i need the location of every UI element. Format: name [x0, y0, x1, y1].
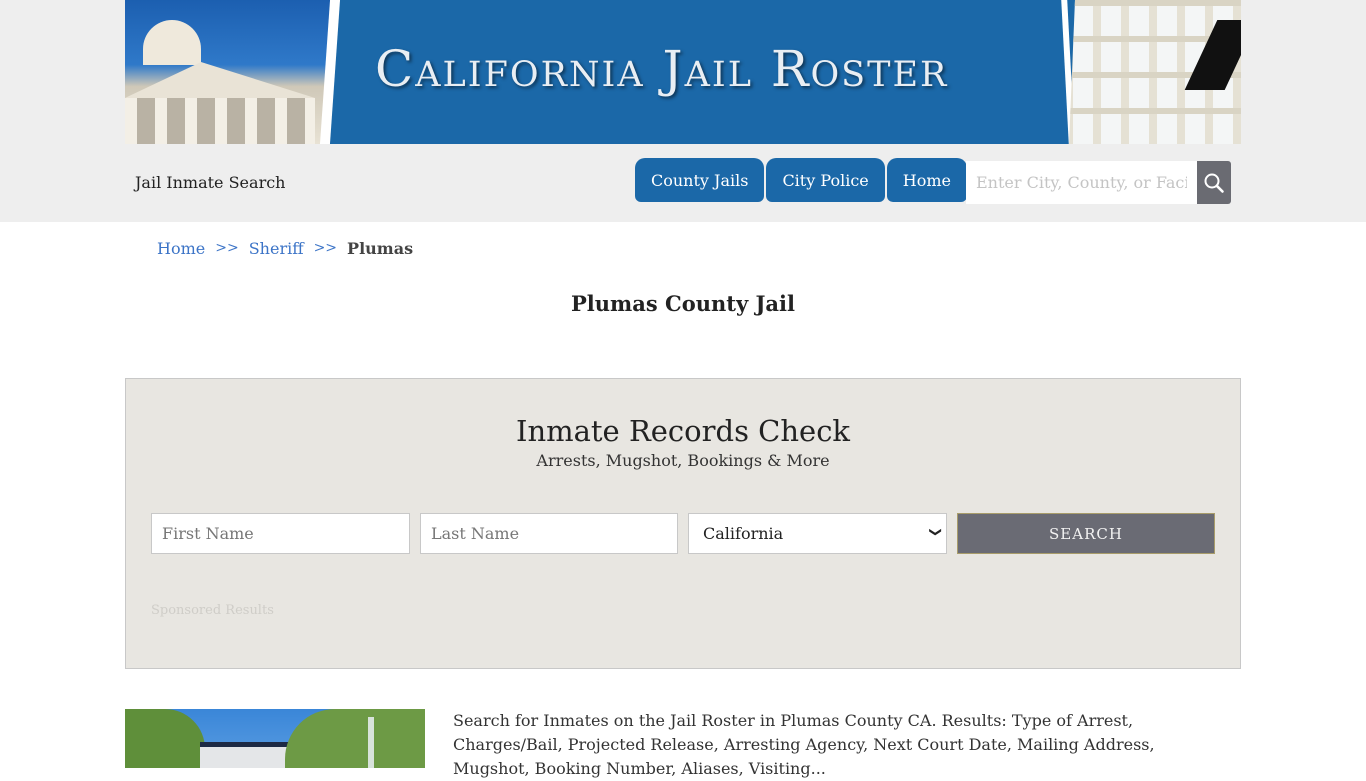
breadcrumb: Home >> Sheriff >> Plumas [157, 239, 413, 258]
capitol-building-image [125, 0, 340, 144]
sponsored-results-label: Sponsored Results [151, 603, 274, 618]
fountain [368, 717, 374, 768]
breadcrumb-separator: >> [215, 240, 239, 256]
records-title: Inmate Records Check [515, 414, 851, 448]
state-select[interactable]: California [688, 513, 947, 554]
nav-county-jails[interactable]: County Jails [635, 158, 765, 202]
first-name-input[interactable] [151, 513, 410, 554]
nav-home[interactable]: Home [886, 158, 967, 202]
county-description: Search for Inmates on the Jail Roster in… [453, 711, 1155, 778]
county-facility-photo [125, 709, 425, 768]
header-band: California Jail Roster Jail Inmate Searc… [0, 0, 1366, 222]
capitol-dome [143, 20, 201, 65]
inmate-records-check: Inmate Records Check Arrests, Mugshot, B… [125, 378, 1241, 669]
breadcrumb-sheriff[interactable]: Sheriff [249, 239, 304, 258]
capitol-columns [125, 98, 315, 144]
records-search-button[interactable]: SEARCH [957, 513, 1215, 554]
site-banner[interactable]: California Jail Roster [125, 0, 1241, 144]
facility-search-button[interactable] [1197, 161, 1231, 204]
page-title: Plumas County Jail [571, 291, 795, 316]
tree-left [125, 709, 205, 768]
site-name[interactable]: Jail Inmate Search [135, 173, 285, 192]
search-icon [1204, 173, 1224, 193]
capitol-pediment [125, 62, 315, 98]
records-subtitle: Arrests, Mugshot, Bookings & More [536, 451, 830, 470]
breadcrumb-separator: >> [313, 240, 338, 256]
tree-right [285, 709, 425, 768]
hand-with-keys [1184, 20, 1241, 90]
main-nav: County Jails City Police Home [635, 158, 967, 202]
breadcrumb-home[interactable]: Home [157, 239, 205, 258]
facility-search-input[interactable] [966, 161, 1197, 204]
facility-search [966, 161, 1231, 204]
nav-city-police[interactable]: City Police [766, 158, 885, 202]
last-name-input[interactable] [420, 513, 678, 554]
jail-cell-door-image [1069, 0, 1241, 144]
banner-title: California Jail Roster [375, 40, 949, 98]
breadcrumb-current: Plumas [347, 239, 414, 258]
